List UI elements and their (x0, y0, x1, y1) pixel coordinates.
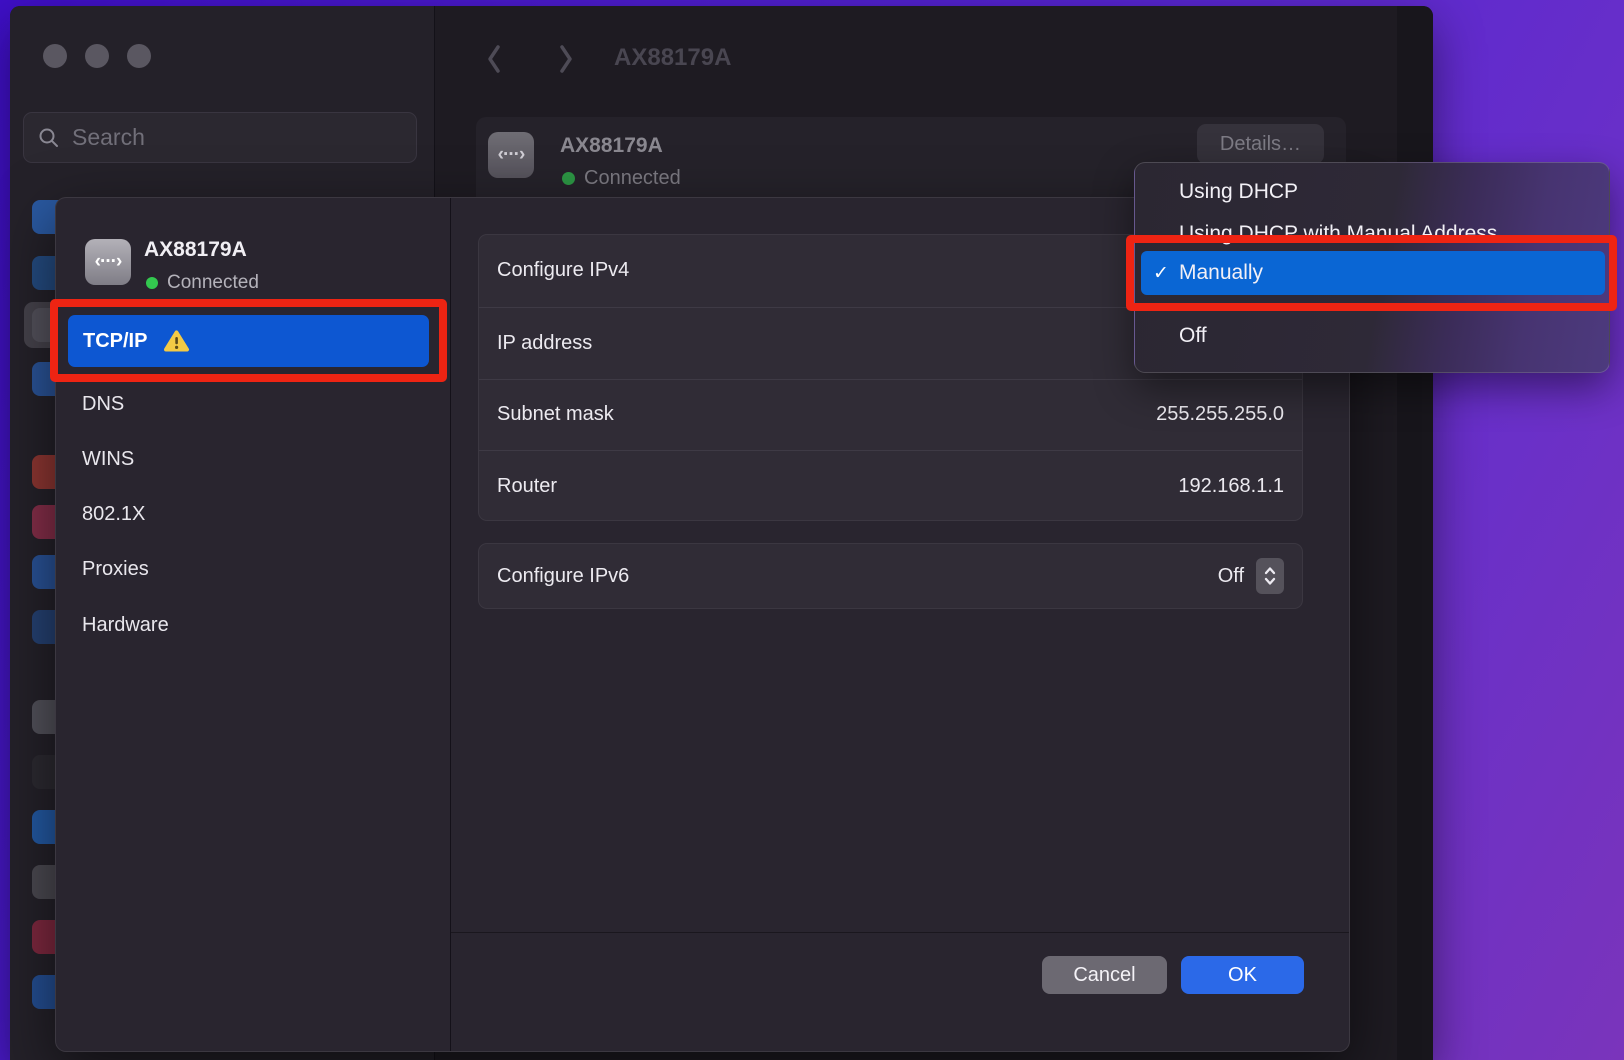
router-row[interactable]: Router 192.168.1.1 (479, 450, 1302, 521)
dialog-sidebar: ‹···› AX88179A Connected TCP/IP DNS WINS… (56, 198, 451, 1051)
device-status: Connected (562, 167, 681, 190)
configure-ipv6-row: Configure IPv6 Off (479, 544, 1302, 608)
warning-icon (163, 329, 190, 353)
ipv6-settings-card: Configure IPv6 Off (478, 543, 1303, 609)
configure-ipv4-menu: Using DHCP Using DHCP with Manual Addres… (1134, 162, 1610, 373)
minimize-button[interactable] (85, 44, 109, 68)
desktop-wallpaper: Search AX88179A ‹···› (0, 0, 1624, 1060)
window-title: AX88179A (614, 44, 731, 72)
connected-dot-icon (146, 277, 158, 289)
connected-dot-icon (562, 172, 575, 185)
forward-icon[interactable] (556, 44, 576, 74)
menu-item-off[interactable]: Off (1141, 315, 1605, 357)
ethernet-adapter-icon: ‹···› (488, 132, 534, 178)
menu-item-using-dhcp[interactable]: Using DHCP (1141, 171, 1605, 213)
sidebar-item-hardware[interactable]: Hardware (82, 614, 169, 637)
device-name: AX88179A (144, 238, 247, 262)
ipv6-value: Off (1218, 565, 1244, 588)
chevron-up-down-icon (1263, 565, 1277, 587)
checkmark-icon: ✓ (1153, 262, 1169, 285)
details-button[interactable]: Details… (1197, 124, 1324, 164)
zoom-button[interactable] (127, 44, 151, 68)
back-icon[interactable] (484, 44, 504, 74)
subnet-mask-row[interactable]: Subnet mask 255.255.255.0 (479, 379, 1302, 451)
search-placeholder: Search (72, 124, 145, 151)
ok-button[interactable]: OK (1181, 956, 1304, 994)
sidebar-item-dns[interactable]: DNS (82, 393, 124, 416)
ethernet-adapter-icon: ‹···› (85, 239, 131, 285)
sidebar-item-8021x[interactable]: 802.1X (82, 503, 145, 526)
close-button[interactable] (43, 44, 67, 68)
menu-item-dhcp-manual-address[interactable]: Using DHCP with Manual Address (1141, 213, 1605, 255)
search-icon (38, 127, 60, 149)
menu-item-manually[interactable]: ✓ Manually (1141, 251, 1605, 295)
traffic-lights (43, 44, 151, 68)
cancel-button[interactable]: Cancel (1042, 956, 1167, 994)
sidebar-item-proxies[interactable]: Proxies (82, 558, 149, 581)
search-input[interactable]: Search (23, 112, 417, 163)
footer-divider (451, 932, 1350, 933)
sidebar-item-tcpip[interactable]: TCP/IP (68, 315, 429, 367)
sidebar-item-wins[interactable]: WINS (82, 448, 134, 471)
device-name: AX88179A (560, 134, 663, 158)
ipv6-popup-button[interactable] (1256, 558, 1284, 594)
device-status: Connected (146, 272, 259, 294)
